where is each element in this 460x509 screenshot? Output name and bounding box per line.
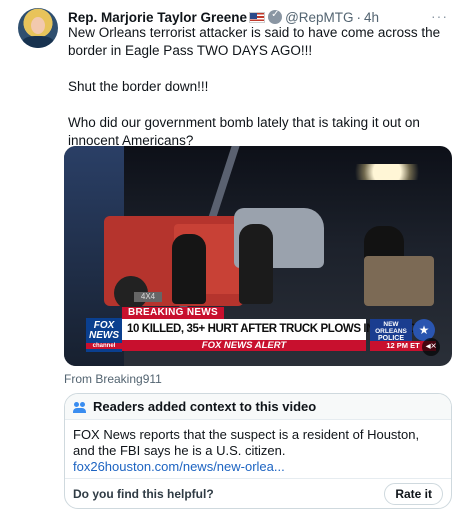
video-player[interactable]: 4X4 FOX NEWS channel BREAKING NEWS 10 KI… bbox=[64, 146, 452, 366]
community-note-header: Readers added context to this video bbox=[65, 394, 451, 420]
people-icon bbox=[73, 401, 87, 413]
community-note-footer: Do you find this helpful? Rate it bbox=[65, 478, 451, 508]
rate-it-button[interactable]: Rate it bbox=[384, 483, 443, 505]
fox-news-logo: FOX NEWS channel bbox=[86, 318, 122, 352]
video-scene-plate: 4X4 bbox=[134, 292, 162, 302]
community-note-text: FOX News reports that the suspect is a r… bbox=[73, 427, 420, 458]
mute-icon[interactable]: ◂× bbox=[422, 338, 440, 356]
chyron-headline: 10 KILLED, 35+ HURT AFTER TRUCK PLOWS IN… bbox=[122, 319, 435, 340]
video-scene-debris bbox=[364, 256, 434, 306]
more-options-icon[interactable]: ··· bbox=[431, 8, 448, 24]
avatar-shoulders bbox=[22, 36, 54, 48]
us-flag-icon bbox=[249, 11, 266, 23]
community-note-body: FOX News reports that the suspect is a r… bbox=[65, 420, 451, 475]
fox-news-alert: FOX NEWS ALERT bbox=[122, 340, 366, 351]
breaking-news-label: BREAKING NEWS bbox=[122, 307, 225, 319]
author-handle[interactable]: @RepMTG bbox=[285, 10, 353, 25]
tweet-paragraph: Who did our government bomb lately that … bbox=[68, 115, 420, 148]
verified-badge-icon[interactable] bbox=[268, 9, 283, 24]
video-source[interactable]: From Breaking911 bbox=[64, 372, 162, 386]
community-note: Readers added context to this video FOX … bbox=[64, 393, 452, 509]
video-scene-person bbox=[172, 234, 206, 304]
tweet-timestamp[interactable]: 4h bbox=[364, 10, 379, 25]
community-note-title: Readers added context to this video bbox=[93, 399, 317, 414]
header-separator: · bbox=[356, 9, 362, 25]
video-scene-person bbox=[239, 224, 273, 304]
tweet-paragraph: New Orleans terrorist attacker is said t… bbox=[68, 25, 441, 58]
video-scene-lights bbox=[342, 164, 432, 180]
tweet-paragraph: Shut the border down!!! bbox=[68, 79, 209, 94]
author-name[interactable]: Rep. Marjorie Taylor Greene bbox=[68, 10, 247, 25]
news-chyron: FOX NEWS channel BREAKING NEWS 10 KILLED… bbox=[86, 307, 442, 352]
avatar-face bbox=[31, 17, 45, 34]
helpful-question: Do you find this helpful? bbox=[73, 486, 214, 501]
author-avatar[interactable] bbox=[18, 8, 58, 48]
community-note-link[interactable]: fox26houston.com/news/new-orlea... bbox=[73, 459, 443, 475]
